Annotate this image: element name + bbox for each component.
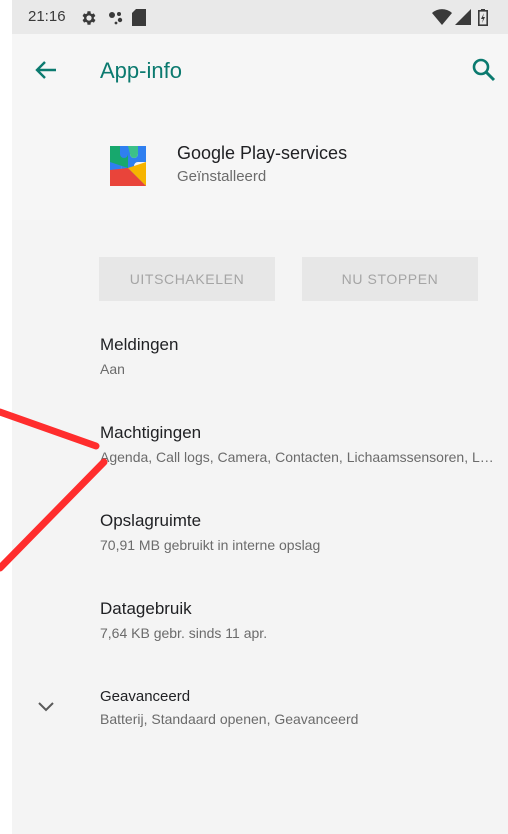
list-item-title: Geavanceerd: [100, 688, 191, 705]
settings-icon: [82, 11, 96, 25]
force-stop-button[interactable]: NU STOPPEN: [302, 257, 478, 301]
list-item-title: Machtigingen: [100, 423, 202, 442]
phone-screen: 21:16 App-info Google Play-services Geïn…: [12, 0, 508, 834]
app-install-status: Geïnstalleerd: [177, 168, 267, 185]
wifi-icon: [432, 9, 452, 25]
google-play-services-icon: [110, 146, 146, 186]
status-time: 21:16: [28, 8, 66, 25]
assistant-dots-icon: [109, 12, 123, 25]
sd-card-icon: [132, 9, 146, 26]
arrow-back-icon[interactable]: [30, 54, 62, 86]
status-bar: 21:16: [12, 0, 508, 34]
list-item-title: Meldingen: [100, 335, 179, 354]
list-item-advanced[interactable]: Geavanceerd Batterij, Standaard openen, …: [100, 688, 500, 727]
app-header: Google Play-services Geïnstalleerd: [12, 106, 508, 220]
list-item-data-usage[interactable]: Datagebruik 7,64 KB gebr. sinds 11 apr.: [100, 599, 500, 641]
list-item-subtitle: Batterij, Standaard openen, Geavanceerd: [100, 711, 359, 727]
battery-icon: [478, 9, 488, 26]
page-title: App-info: [100, 58, 182, 83]
chevron-down-icon[interactable]: [34, 697, 58, 717]
list-item-title: Opslagruimte: [100, 511, 202, 530]
list-item-notifications[interactable]: Meldingen Aan: [100, 335, 500, 377]
list-item-subtitle: Agenda, Call logs, Camera, Contacten, Li…: [100, 449, 495, 465]
disable-button[interactable]: UITSCHAKELEN: [99, 257, 275, 301]
list-item-permissions[interactable]: Machtigingen Agenda, Call logs, Camera, …: [100, 423, 500, 465]
signal-icon: [455, 9, 471, 25]
list-item-subtitle: 7,64 KB gebr. sinds 11 apr.: [100, 625, 268, 641]
app-name: Google Play-services: [177, 143, 348, 163]
list-item-storage[interactable]: Opslagruimte 70,91 MB gebruikt in intern…: [100, 511, 500, 553]
list-item-subtitle: 70,91 MB gebruikt in interne opslag: [100, 537, 321, 553]
app-bar: App-info: [12, 34, 508, 106]
list-item-subtitle: Aan: [100, 361, 125, 377]
search-icon[interactable]: [468, 54, 500, 86]
list-item-title: Datagebruik: [100, 599, 192, 618]
